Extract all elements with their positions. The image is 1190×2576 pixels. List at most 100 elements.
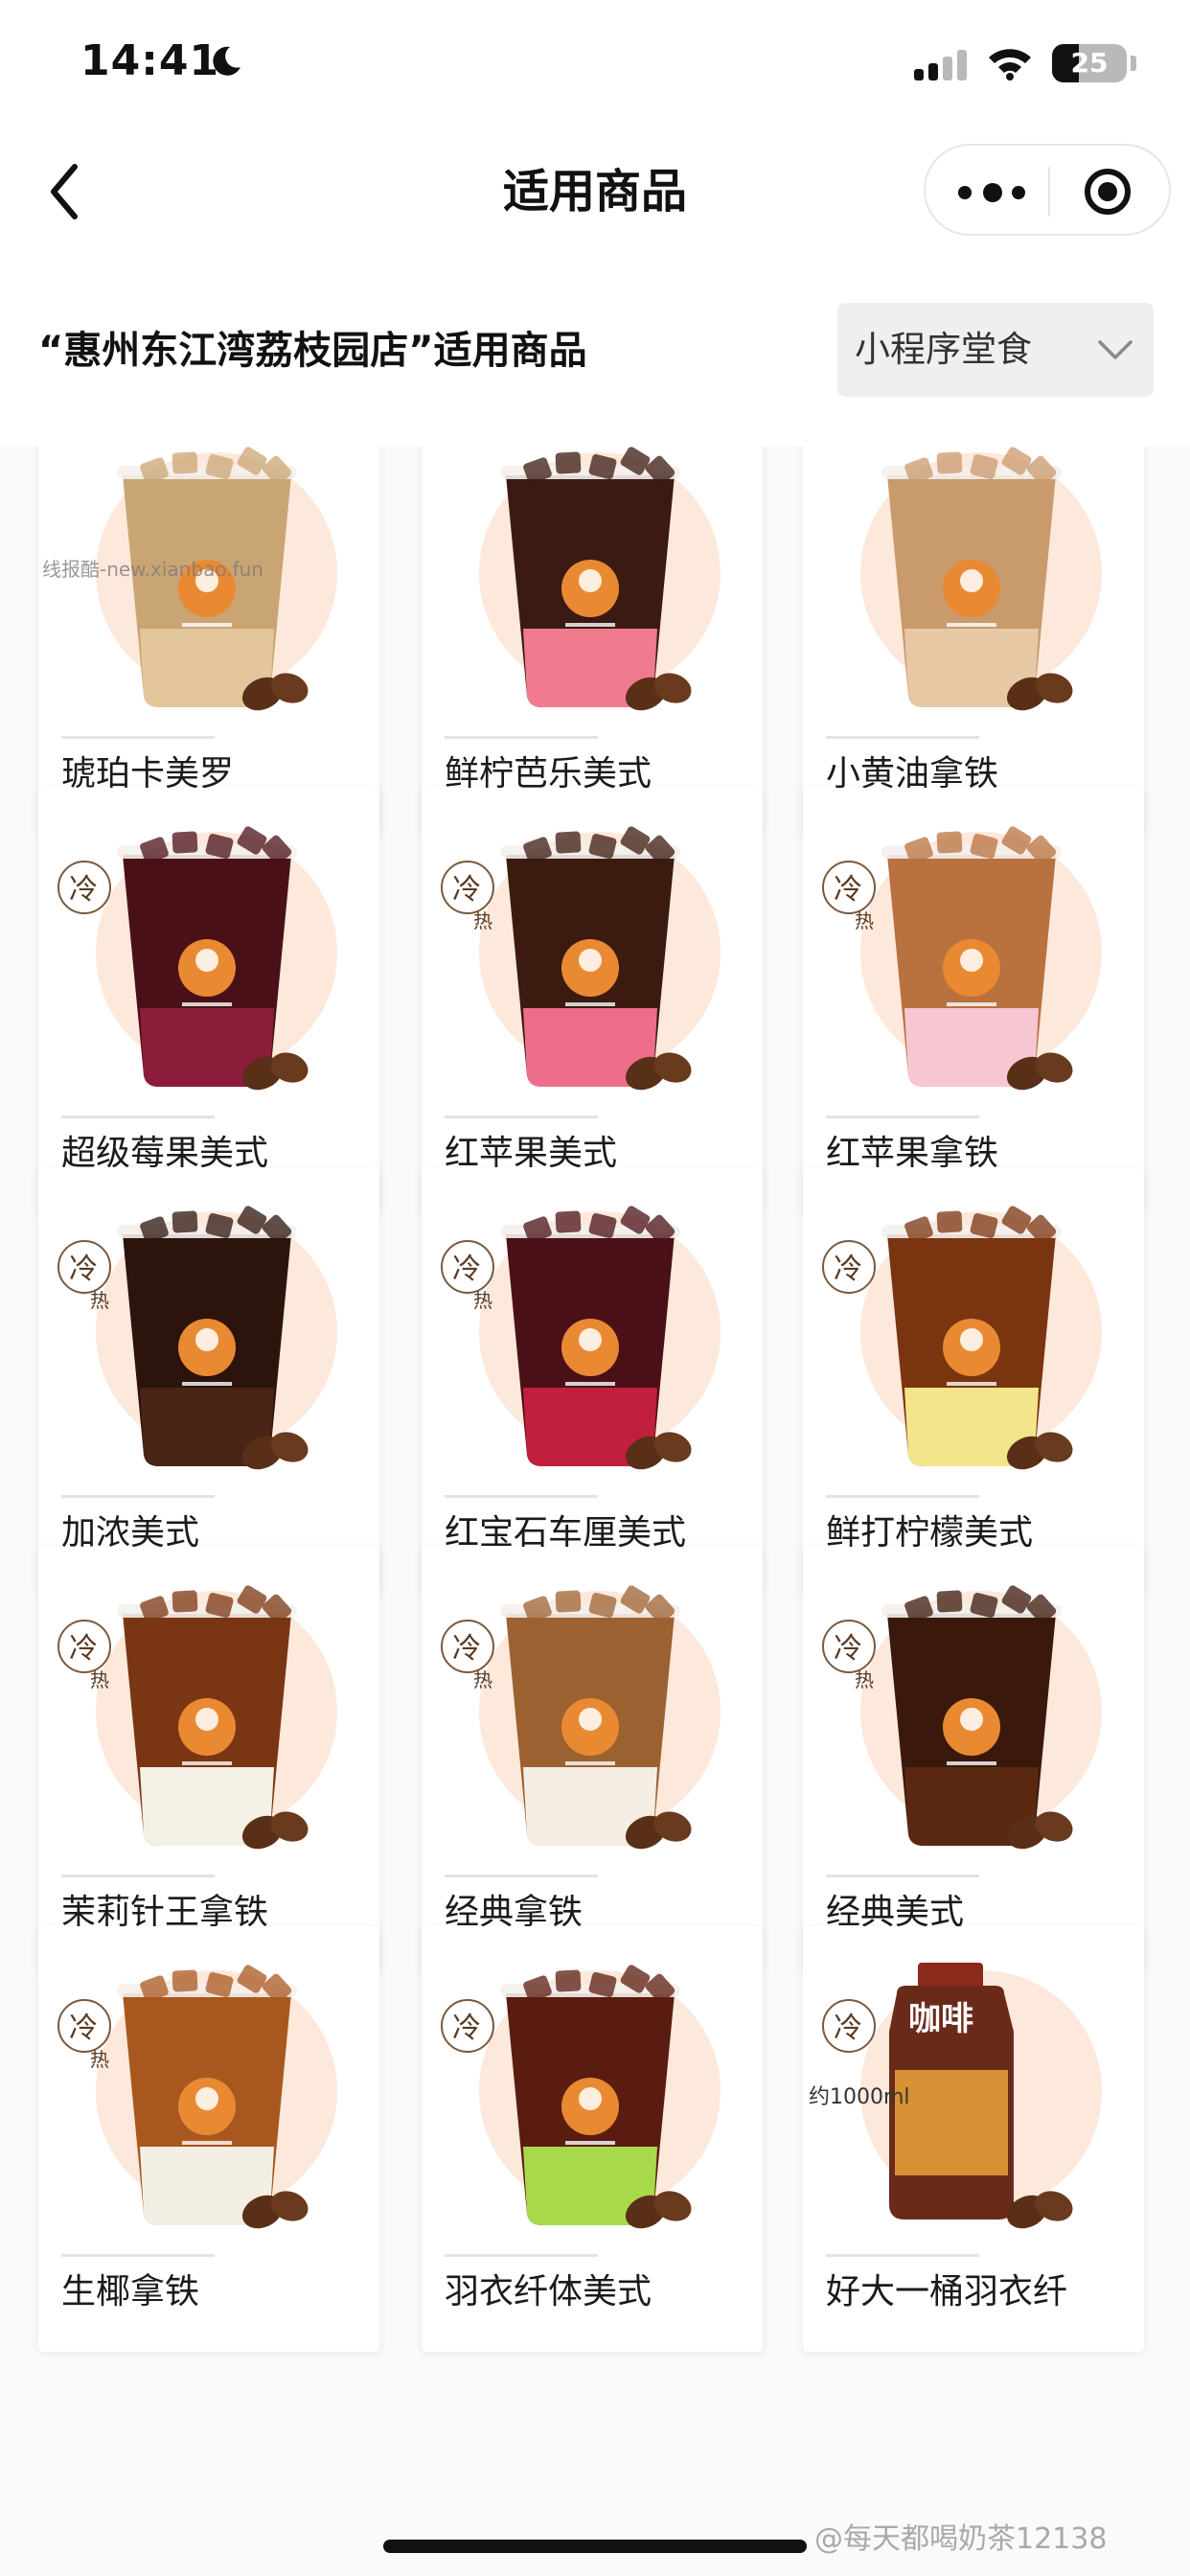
temperature-badge-icon: 冷 (822, 1240, 876, 1294)
mini-program-capsule (924, 144, 1171, 236)
product-card[interactable]: 冷热红宝石车厘美式 (422, 1167, 763, 1593)
status-time: 14:41 (80, 36, 220, 85)
more-button[interactable] (947, 163, 1033, 220)
brand-logo-face (195, 949, 218, 972)
brand-logo-text (565, 1382, 615, 1386)
ice-cube (936, 831, 963, 854)
product-image (860, 1206, 1102, 1470)
brand-logo-text (182, 1382, 232, 1386)
fineprint-line (61, 736, 215, 739)
bottle-label: 咖啡 (908, 2000, 973, 2038)
product-card[interactable]: 冷热加浓美式 (38, 1167, 379, 1593)
more-dots-icon (958, 186, 972, 199)
temperature-badge-hot: 热 (90, 1289, 109, 1312)
dining-mode-select[interactable]: 小程序堂食 (837, 303, 1154, 397)
brand-logo-text (947, 1002, 996, 1006)
battery-percent: 25 (1070, 47, 1109, 79)
temperature-badge-icon: 冷热 (57, 1999, 111, 2071)
fineprint-line (826, 1874, 979, 1877)
fineprint-line (61, 1495, 215, 1498)
ice-cube (555, 1969, 582, 1992)
fineprint-line (826, 2254, 979, 2257)
nav-bar: 适用商品 (0, 125, 1190, 259)
ice-cube (172, 1590, 198, 1613)
product-image (860, 447, 1102, 711)
ice-cube (172, 1969, 198, 1992)
temperature-badge-cold: 冷 (452, 873, 481, 907)
product-card[interactable]: 冷超级莓果美式 (38, 788, 379, 1213)
weibo-watermark: @每天都喝奶茶12138 (814, 2522, 1108, 2556)
product-name: 生椰拿铁 (61, 2272, 200, 2312)
ice-cube (172, 451, 198, 474)
brand-logo-text (182, 2141, 232, 2145)
temperature-badge-icon: 冷热 (57, 1240, 111, 1312)
ice-cube (172, 831, 198, 854)
product-card[interactable]: 冷鲜打柠檬美式 (803, 1167, 1144, 1593)
fineprint-line (445, 2254, 598, 2257)
product-name: 羽衣纤体美式 (445, 2272, 652, 2312)
brand-logo-text (565, 1002, 615, 1006)
brand-logo-face (960, 949, 983, 972)
store-heading: “惠州东江湾荔枝园店”适用商品 (38, 329, 587, 373)
capacity-label: 约1000ml (809, 2085, 910, 2109)
brand-logo-text (182, 1761, 232, 1765)
product-image (479, 447, 721, 711)
temperature-badge-hot: 热 (90, 2048, 109, 2071)
close-mini-program-button[interactable] (1079, 163, 1136, 220)
product-card[interactable]: 冷热经典拿铁 (422, 1547, 763, 1972)
temperature-badge-hot: 热 (855, 909, 874, 932)
fineprint-line (445, 1495, 598, 1498)
more-dot-center (983, 183, 1002, 202)
product-image (96, 447, 337, 711)
product-card[interactable]: 琥珀卡美罗 (38, 447, 379, 834)
temperature-badge-hot: 热 (473, 1668, 492, 1691)
capsule-divider (1048, 167, 1050, 217)
product-image (479, 1585, 721, 1850)
product-image (96, 1585, 337, 1850)
product-card[interactable]: 冷热红苹果美式 (422, 788, 763, 1213)
battery-icon: 25 (1052, 44, 1127, 82)
product-card[interactable]: 冷热红苹果拿铁 (803, 788, 1144, 1213)
brand-logo-face (960, 1328, 983, 1351)
product-card[interactable]: 冷羽衣纤体美式 (422, 1926, 763, 2352)
product-card[interactable]: 鲜柠芭乐美式 (422, 447, 763, 834)
chevron-down-icon (1098, 340, 1133, 359)
target-close-icon-center (1098, 182, 1117, 201)
brand-logo-text (565, 2141, 615, 2145)
fineprint-line (445, 736, 598, 739)
home-indicator (383, 2540, 807, 2553)
temperature-badge-icon: 冷热 (57, 1620, 111, 1691)
dining-mode-label: 小程序堂食 (855, 329, 1032, 370)
temperature-badge-cold: 冷 (834, 1253, 862, 1286)
product-image (96, 826, 337, 1091)
fineprint-line (826, 1116, 979, 1118)
brand-logo-text (182, 623, 232, 627)
product-name: 好大一桶羽衣纤 (826, 2272, 1068, 2312)
wifi-icon (989, 49, 1031, 80)
fineprint-line (61, 1116, 215, 1118)
product-image (96, 1206, 337, 1470)
fineprint-line (61, 1874, 215, 1877)
moon-icon (213, 46, 240, 76)
product-card[interactable]: 小黄油拿铁 (803, 447, 1144, 834)
temperature-badge-cold: 冷 (834, 2012, 862, 2045)
ice-cube (936, 1210, 963, 1233)
temperature-badge-icon: 冷热 (441, 861, 494, 932)
ice-cube (936, 451, 963, 474)
cellular-signal-icon (914, 48, 968, 80)
brand-logo-text (947, 1761, 996, 1765)
temperature-badge-cold: 冷 (69, 2012, 98, 2045)
brand-logo-face (960, 569, 983, 592)
product-image (479, 1965, 721, 2229)
brand-logo-text (565, 623, 615, 627)
brand-logo-text (182, 1002, 232, 1006)
temperature-badge-hot: 热 (473, 1289, 492, 1312)
temperature-badge-cold: 冷 (834, 1632, 862, 1666)
product-card[interactable]: 冷热茉莉针王拿铁 (38, 1547, 379, 1972)
product-card[interactable]: 冷热生椰拿铁 (38, 1926, 379, 2352)
product-card[interactable]: 咖啡 冷约1000ml 好大一桶羽衣纤 (803, 1926, 1144, 2352)
product-image (860, 1585, 1102, 1850)
temperature-badge-hot: 热 (90, 1668, 109, 1691)
brand-logo-face (579, 949, 602, 972)
product-card[interactable]: 冷热经典美式 (803, 1547, 1144, 1972)
